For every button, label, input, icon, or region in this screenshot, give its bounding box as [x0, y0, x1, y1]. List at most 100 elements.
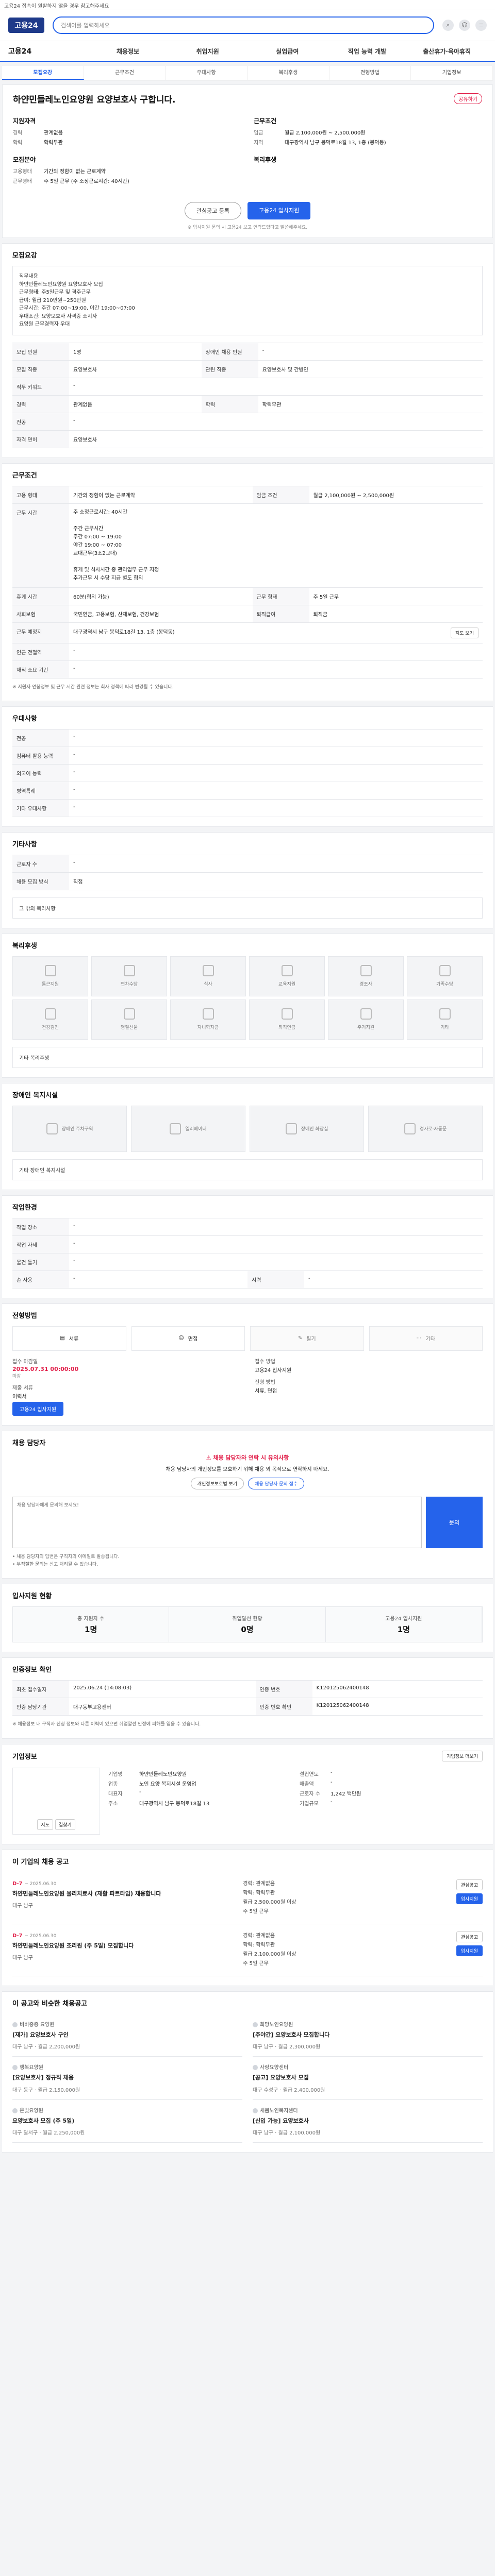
directions-button[interactable]: 길찾기 — [55, 1819, 75, 1830]
job-title[interactable]: [주야간] 요양보호사 모집합니다 — [253, 2031, 483, 2040]
share-button[interactable]: 공유하기 — [454, 93, 482, 104]
manager-warning: ⚠ 채용 담당자와 연락 시 유의사항 채용 담당자의 개인정보를 보호하기 위… — [83, 1453, 412, 1489]
table-row: 고용 형태 기간의 정함이 없는 근로계약 임금 조건 월급 2,100,000원 ~… — [12, 485, 483, 504]
company-more-button[interactable]: 기업정보 더보기 — [442, 1750, 483, 1761]
list-item[interactable]: 희망노인요양원 [주야간] 요양보호사 모집합니다 대구 남구 · 월급 2,300… — [253, 2014, 483, 2057]
conditions-section: 근무조건 고용 형태 기간의 정함이 없는 근로계약 임금 조건 월급 2,100,0… — [2, 463, 493, 701]
manager-inquiry-button[interactable]: 채용 담당자 문의 접수 — [248, 1477, 305, 1489]
company-name: 행복요양원 — [20, 2065, 43, 2071]
table-row: 재직 소요 기간 - — [12, 660, 483, 679]
welfare-item: 명절선물 — [91, 999, 167, 1040]
apply-button[interactable]: 입사지원 — [456, 1893, 483, 1904]
row-header: 작업 자세 — [12, 1235, 69, 1253]
field-value: 주 5일 근무 (주 소정근로시간: 40시간) — [44, 179, 129, 184]
table-row: 채용 모집 방식 직접 — [12, 872, 483, 890]
list-item[interactable]: 비비중증 요양원 [재가] 요양보호사 구인 대구 남구 · 월급 2,200,00… — [12, 2014, 242, 2057]
field-key: 대표자 — [108, 1791, 123, 1797]
interest-button[interactable]: 관심공고 등록 — [184, 202, 241, 219]
nav-leave[interactable]: 출산휴가·육아휴직 — [407, 47, 487, 56]
row-value: - — [69, 412, 483, 431]
environment-table: 작업 장소 - 작업 자세 - 물건 들기 - 손 사용 - 시력 - — [12, 1217, 483, 1289]
row-value: - — [69, 746, 483, 765]
job-meta: 대구 달서구 · 월급 2,250,000원 — [12, 2130, 85, 2137]
facility-item: 경사로·자동문 — [368, 1105, 483, 1152]
field-value: - — [331, 1799, 333, 1805]
search-icon[interactable]: ⌕ — [442, 19, 454, 31]
list-item[interactable]: 새봄노인복지센터 [신입 가능] 요양보호사 대구 남구 · 월급 2,100,00… — [253, 2100, 483, 2143]
row-header: 경력 — [12, 395, 69, 413]
recommend-grid: 비비중증 요양원 [재가] 요양보호사 구인 대구 남구 · 월급 2,200,00… — [12, 2014, 483, 2143]
map-button[interactable]: 지도 — [37, 1819, 53, 1830]
table-row: 전공 - — [12, 412, 483, 431]
row-header: 인증 번호 확인 — [255, 1698, 312, 1716]
search-input[interactable]: 검색어를 입력하세요 — [53, 16, 434, 34]
main-nav: 고용24 채용정보 취업지원 실업급여 직업 능력 개발 출산휴가·육아휴직 — [0, 41, 495, 62]
list-item[interactable]: 은빛요양원요양보호사 모집 (주 5일) 대구 달서구 · 월급 2,250,00… — [12, 2100, 242, 2143]
location: 대구 남구 — [12, 1955, 33, 1961]
job-title[interactable]: [공고] 요양보호사 모집 — [253, 2074, 483, 2082]
row-value: - — [69, 1217, 483, 1236]
field-value: 노인 요양 복지시설 운영업 — [139, 1781, 196, 1787]
row-value: 2025.06.24 (14:08:03) — [69, 1680, 256, 1699]
row-value: - — [69, 799, 483, 817]
privacy-law-button[interactable]: 개인정보보호법 보기 — [190, 1477, 244, 1489]
row-value: 월급 2,100,000원 ~ 2,500,000원 — [309, 485, 483, 504]
inquiry-textarea[interactable] — [12, 1496, 422, 1548]
row-header: 인증 번호 — [255, 1680, 312, 1699]
tab-selection[interactable]: 전형방법 — [329, 66, 411, 80]
job-title[interactable]: [요양보호사] 정규직 채용 — [12, 2074, 242, 2082]
tab-company[interactable]: 기업정보 — [411, 66, 493, 80]
row-header: 전공 — [12, 728, 69, 747]
apply-button[interactable]: 고용24 입사지원 — [248, 202, 311, 219]
nav-training[interactable]: 직업 능력 개발 — [327, 47, 407, 56]
list-item[interactable]: 행복요양원 [요양보호사] 정규직 채용 대구 동구 · 월급 2,150,000원 — [12, 2057, 242, 2100]
tab-recruit[interactable]: 모집요강 — [2, 66, 84, 80]
certification-note: ※ 채용정보 내 구직자 신청 정보와 다른 이력이 있으면 취업알선 안정에 … — [12, 1722, 201, 1727]
job-summary-card: 하얀민들레노인요양원 요양보호사 구합니다. 공유하기 지원자격 경력 관계없음 … — [2, 84, 493, 238]
row-header: 퇴직급여 — [252, 604, 309, 623]
site-logo[interactable]: 고용24 — [8, 17, 44, 33]
field-key: 업종 — [108, 1781, 118, 1787]
tab-welfare[interactable]: 복리후생 — [248, 66, 329, 80]
nav-unemployment[interactable]: 실업급여 — [248, 47, 327, 56]
tab-conditions[interactable]: 근무조건 — [84, 66, 166, 80]
company-name: 은빛요양원 — [20, 2108, 43, 2114]
etc-section: 기타사항 근로자 수- 채용 모집 방식 직접 그 밖의 복리사항 — [2, 832, 493, 928]
row-header: 컴퓨터 활용 능력 — [12, 746, 69, 765]
job-title[interactable]: [재가] 요양보호사 구인 — [12, 2031, 242, 2040]
method-label: 면접 — [188, 1336, 198, 1343]
welfare-label: 주거지원 — [357, 1025, 375, 1031]
dday-badge: D-7 — [12, 1933, 23, 1939]
interest-button[interactable]: 관심공고 — [456, 1879, 483, 1890]
list-item[interactable]: D-7 ~ 2025.06.30 하얀민들레노인요양원 조리원 (주 5일) 모… — [12, 1924, 483, 1976]
map-button[interactable]: 지도 보기 — [451, 627, 478, 638]
nav-jobs[interactable]: 채용정보 — [88, 47, 168, 56]
top-notice: 고용24 접속이 원활하지 않을 경우 참고해주세요 — [0, 0, 495, 9]
job-title[interactable]: 하얀민들레노인요양원 조리원 (주 5일) 모집합니다 — [12, 1942, 237, 1951]
nav-employment-support[interactable]: 취업지원 — [168, 47, 248, 56]
job-title[interactable]: [신입 가능] 요양보호사 — [253, 2117, 483, 2126]
interest-button[interactable]: 관심공고 — [456, 1931, 483, 1942]
apply-button[interactable]: 입사지원 — [456, 1945, 483, 1956]
job-title[interactable]: 요양보호사 모집 (주 5일) — [12, 2117, 242, 2126]
facility-item: 장애인 주차구역 — [12, 1105, 127, 1152]
apply-button-secondary[interactable]: 고용24 입사지원 — [12, 1401, 64, 1416]
company-section: 기업정보 기업정보 더보기 지도 길찾기 기업명 하얀민들레노인요양원 업종 노인 … — [2, 1743, 493, 1844]
ask-button[interactable]: 문의 — [426, 1496, 483, 1548]
row-value: - — [69, 728, 483, 747]
field-key: 설립연도 — [300, 1771, 319, 1777]
nav-home[interactable]: 고용24 — [8, 46, 88, 56]
field-value: - — [139, 1789, 141, 1795]
tab-preference[interactable]: 우대사항 — [166, 66, 248, 80]
job-title[interactable]: 하얀민들레노인요양원 물리치료사 (재활 파트타임) 채용합니다 — [12, 1890, 237, 1899]
row-header: 기타 우대사항 — [12, 799, 69, 817]
list-item[interactable]: 사랑요양센터 [공고] 요양보호사 모집 대구 수성구 · 월급 2,400,000… — [253, 2057, 483, 2100]
row-header: 채용 모집 방식 — [12, 872, 69, 890]
list-item[interactable]: D-7 ~ 2025.06.30 하얀민들레노인요양원 물리치료사 (재활 파트… — [12, 1872, 483, 1924]
section-title: 전형방법 — [12, 1312, 37, 1320]
method-value: 고용24 입사지원 — [255, 1367, 292, 1374]
menu-icon[interactable]: ≡ — [475, 19, 487, 31]
user-icon[interactable]: ☺ — [459, 19, 470, 31]
row-value: 요양보호사 — [69, 360, 202, 378]
recruit-field-label: 모집분야 — [13, 156, 36, 163]
